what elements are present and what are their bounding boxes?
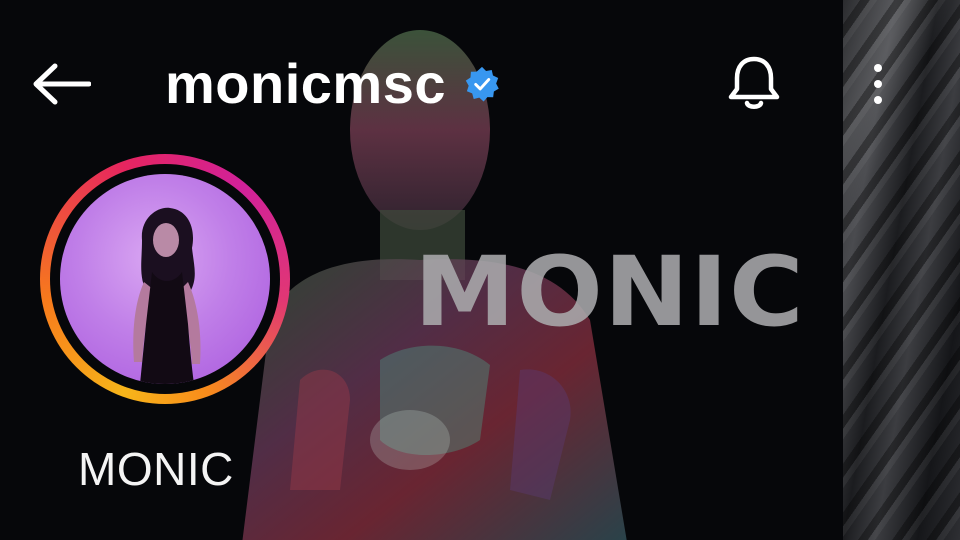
avatar-story-ring[interactable] — [40, 154, 290, 404]
background-logo-text: MONIC — [414, 236, 805, 348]
username-text: monicmsc — [165, 52, 446, 115]
more-vertical-icon-dot — [874, 96, 882, 104]
arrow-left-icon — [33, 63, 91, 105]
notifications-button[interactable] — [724, 52, 784, 114]
avatar-ring-gap — [50, 164, 280, 394]
more-vertical-icon-dot — [874, 80, 882, 88]
more-vertical-icon-dot — [874, 64, 882, 72]
bell-icon — [728, 56, 780, 109]
avatar-person-image — [133, 207, 201, 384]
avatar — [60, 174, 270, 384]
verified-badge-icon — [465, 66, 499, 102]
back-button[interactable] — [30, 58, 92, 110]
more-options-button[interactable] — [860, 58, 896, 110]
profile-screen: MONIC monicmsc MONIC — [0, 0, 960, 540]
profile-username: monicmsc — [165, 52, 500, 116]
profile-display-name: MONIC — [78, 443, 234, 495]
